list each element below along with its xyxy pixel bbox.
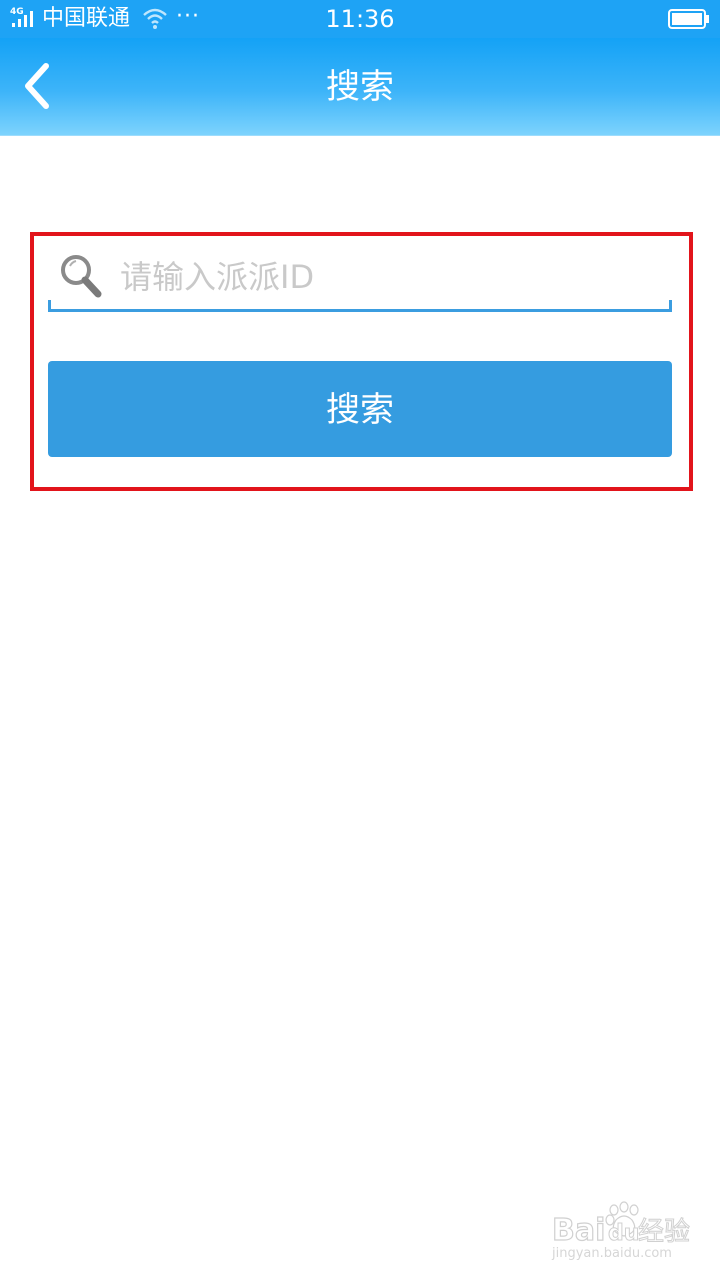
status-time: 11:36 (325, 5, 395, 33)
svg-text:du: du (608, 1221, 639, 1246)
status-bar: 4G 中国联通 ··· 11:36 (0, 0, 720, 38)
battery-icon (668, 9, 709, 29)
search-input[interactable] (120, 250, 660, 304)
search-field[interactable] (48, 244, 672, 312)
svg-text:经验: 经验 (638, 1217, 690, 1247)
svg-text:Bai: Bai (552, 1213, 605, 1248)
page-title: 搜索 (326, 67, 394, 107)
search-button[interactable]: 搜索 (48, 361, 672, 457)
search-icon (61, 255, 102, 298)
watermark-url: jingyan.baidu.com (552, 1246, 672, 1261)
header-bar: 搜索 (0, 38, 720, 136)
